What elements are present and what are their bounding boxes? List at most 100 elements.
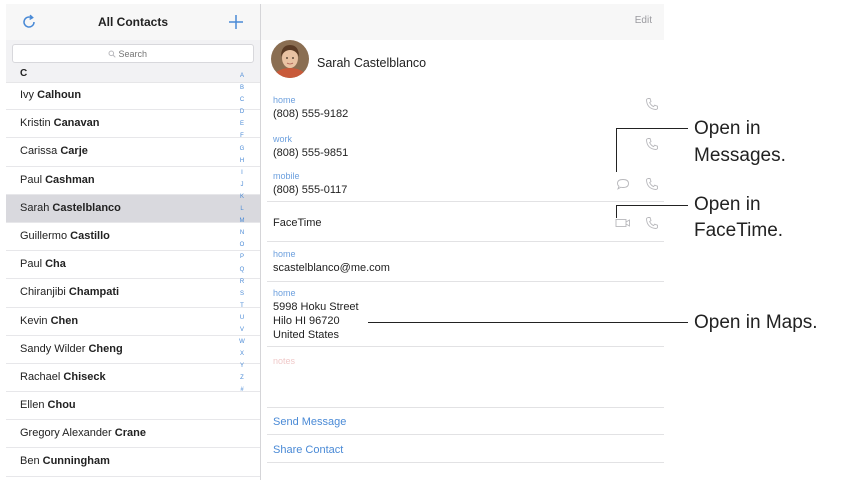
divider bbox=[267, 201, 664, 202]
index-letter[interactable]: E bbox=[240, 118, 244, 130]
contact-last-name: Chou bbox=[47, 399, 76, 412]
contact-first-name: Ivy bbox=[20, 89, 35, 101]
contact-row[interactable]: Paul Cashman bbox=[6, 167, 260, 195]
search-field[interactable] bbox=[12, 44, 254, 63]
phone-call-icon[interactable] bbox=[645, 177, 659, 191]
contact-first-name: Kristin bbox=[20, 117, 51, 130]
index-letter[interactable]: M bbox=[240, 215, 245, 227]
contact-detail-nav-bar: Edit bbox=[261, 4, 664, 40]
send-message-button[interactable]: Send Message bbox=[273, 416, 346, 428]
index-letter[interactable]: # bbox=[240, 384, 243, 396]
phone-home-value[interactable]: (808) 555-9182 bbox=[273, 108, 348, 120]
index-letter[interactable]: T bbox=[240, 300, 244, 312]
address-street[interactable]: 5998 Hoku Street bbox=[273, 301, 359, 313]
index-letter[interactable]: R bbox=[240, 276, 244, 288]
index-letter[interactable]: G bbox=[240, 143, 245, 155]
index-letter[interactable]: W bbox=[239, 336, 245, 348]
contact-row[interactable]: Gregory Alexander Crane bbox=[6, 420, 260, 449]
index-letter[interactable]: J bbox=[241, 179, 244, 191]
contact-row[interactable]: Ellen Chou bbox=[6, 392, 260, 421]
contacts-list-nav-bar: All Contacts bbox=[6, 4, 260, 41]
contact-last-name: Champati bbox=[68, 286, 120, 299]
contact-first-name: Gregory Alexander bbox=[20, 427, 112, 440]
share-contact-button[interactable]: Share Contact bbox=[273, 444, 343, 456]
contact-row[interactable]: Kevin Chen bbox=[6, 308, 260, 336]
phone-work-value[interactable]: (808) 555-9851 bbox=[273, 147, 348, 159]
add-contact-icon[interactable] bbox=[227, 13, 245, 31]
divider bbox=[267, 462, 664, 463]
search-input[interactable] bbox=[118, 48, 159, 59]
contact-first-name: Ben bbox=[20, 455, 40, 468]
contact-last-name: Crane bbox=[114, 427, 146, 440]
contact-first-name: Rachael bbox=[20, 370, 61, 383]
contact-first-name: Paul bbox=[20, 258, 43, 271]
phone-call-icon[interactable] bbox=[645, 137, 659, 151]
phone-mobile-label: mobile bbox=[273, 171, 300, 181]
contact-last-name: Castelblanco bbox=[52, 201, 121, 214]
contact-row[interactable]: Chiranjibi Champati bbox=[6, 279, 260, 308]
contact-last-name: Calhoun bbox=[37, 89, 82, 101]
contact-row[interactable]: Ben Cunningham bbox=[6, 448, 260, 477]
contact-last-name: Cha bbox=[45, 258, 66, 271]
contact-row-selected[interactable]: Sarah Castelblanco bbox=[6, 194, 260, 223]
contact-row[interactable]: Ivy Calhoun bbox=[6, 82, 260, 111]
address-country[interactable]: United States bbox=[273, 329, 339, 341]
index-letter[interactable]: X bbox=[240, 348, 244, 360]
index-letter[interactable]: I bbox=[241, 167, 243, 179]
divider bbox=[267, 434, 664, 435]
contact-list: Ivy Calhoun Kristin Canavan Carissa Carje P… bbox=[6, 82, 260, 477]
index-letter[interactable]: Z bbox=[240, 372, 244, 384]
refresh-icon[interactable] bbox=[20, 13, 38, 31]
contact-last-name: Carje bbox=[60, 145, 88, 158]
phone-call-icon[interactable] bbox=[645, 97, 659, 111]
video-camera-icon[interactable] bbox=[615, 216, 631, 230]
index-letter[interactable]: O bbox=[240, 239, 245, 251]
index-letter[interactable]: Y bbox=[240, 360, 244, 372]
facetime-callout-leader bbox=[616, 205, 688, 206]
contact-first-name: Kevin bbox=[20, 314, 48, 327]
phone-mobile-value[interactable]: (808) 555-0117 bbox=[273, 184, 347, 196]
email-label: home bbox=[273, 249, 296, 259]
contact-row[interactable]: Sandy Wilder Cheng bbox=[6, 336, 260, 364]
facetime-callout-line2: FaceTime. bbox=[694, 220, 784, 241]
contact-row[interactable]: Guillermo Castillo bbox=[6, 223, 260, 252]
index-letter[interactable]: D bbox=[240, 106, 244, 118]
notes-label[interactable]: notes bbox=[273, 356, 295, 366]
index-letter[interactable]: P bbox=[240, 251, 244, 263]
index-letter[interactable]: S bbox=[240, 288, 244, 300]
alphabet-index[interactable]: A B C D E F G H I J K L M N O P Q R S T U V W X Y Z # bbox=[232, 70, 252, 397]
index-letter[interactable]: Q bbox=[240, 264, 245, 276]
phone-home-label: home bbox=[273, 95, 296, 105]
contact-last-name: Cashman bbox=[45, 173, 95, 186]
divider bbox=[267, 281, 664, 282]
contact-row[interactable]: Carissa Carje bbox=[6, 138, 260, 167]
index-letter[interactable]: K bbox=[240, 191, 244, 203]
contact-first-name: Sarah bbox=[20, 201, 50, 214]
messages-callout-line2: Messages. bbox=[694, 145, 786, 166]
contacts-app-screen: All Contacts C Ivy CalhounKristin Canava… bbox=[6, 4, 664, 480]
index-letter[interactable]: N bbox=[240, 227, 244, 239]
index-letter[interactable]: B bbox=[240, 82, 244, 94]
index-letter[interactable]: U bbox=[240, 312, 244, 324]
messages-callout-leader bbox=[616, 128, 617, 172]
contacts-list-pane: All Contacts C Ivy CalhounKristin Canava… bbox=[6, 4, 261, 480]
contact-last-name: Chen bbox=[50, 314, 79, 327]
contact-row[interactable]: Rachael Chiseck bbox=[6, 364, 260, 393]
email-value[interactable]: scastelblanco@me.com bbox=[273, 262, 390, 274]
contact-first-name: Ellen bbox=[20, 399, 45, 412]
index-letter[interactable]: H bbox=[240, 155, 244, 167]
index-letter[interactable]: C bbox=[240, 94, 244, 106]
index-letter[interactable]: F bbox=[240, 130, 244, 142]
index-letter[interactable]: V bbox=[240, 324, 244, 336]
index-letter[interactable]: L bbox=[240, 203, 243, 215]
contact-avatar bbox=[271, 40, 309, 78]
contact-row[interactable]: Kristin Canavan bbox=[6, 110, 260, 139]
address-city[interactable]: Hilo HI 96720 bbox=[273, 315, 340, 327]
edit-button[interactable]: Edit bbox=[635, 15, 652, 26]
message-bubble-icon[interactable] bbox=[616, 177, 630, 191]
index-letter[interactable]: A bbox=[240, 70, 244, 82]
facetime-audio-icon[interactable] bbox=[645, 216, 659, 230]
facetime-callout-line1: Open in bbox=[694, 194, 761, 215]
messages-callout-line1: Open in bbox=[694, 118, 761, 139]
contact-row[interactable]: Paul Cha bbox=[6, 251, 260, 280]
